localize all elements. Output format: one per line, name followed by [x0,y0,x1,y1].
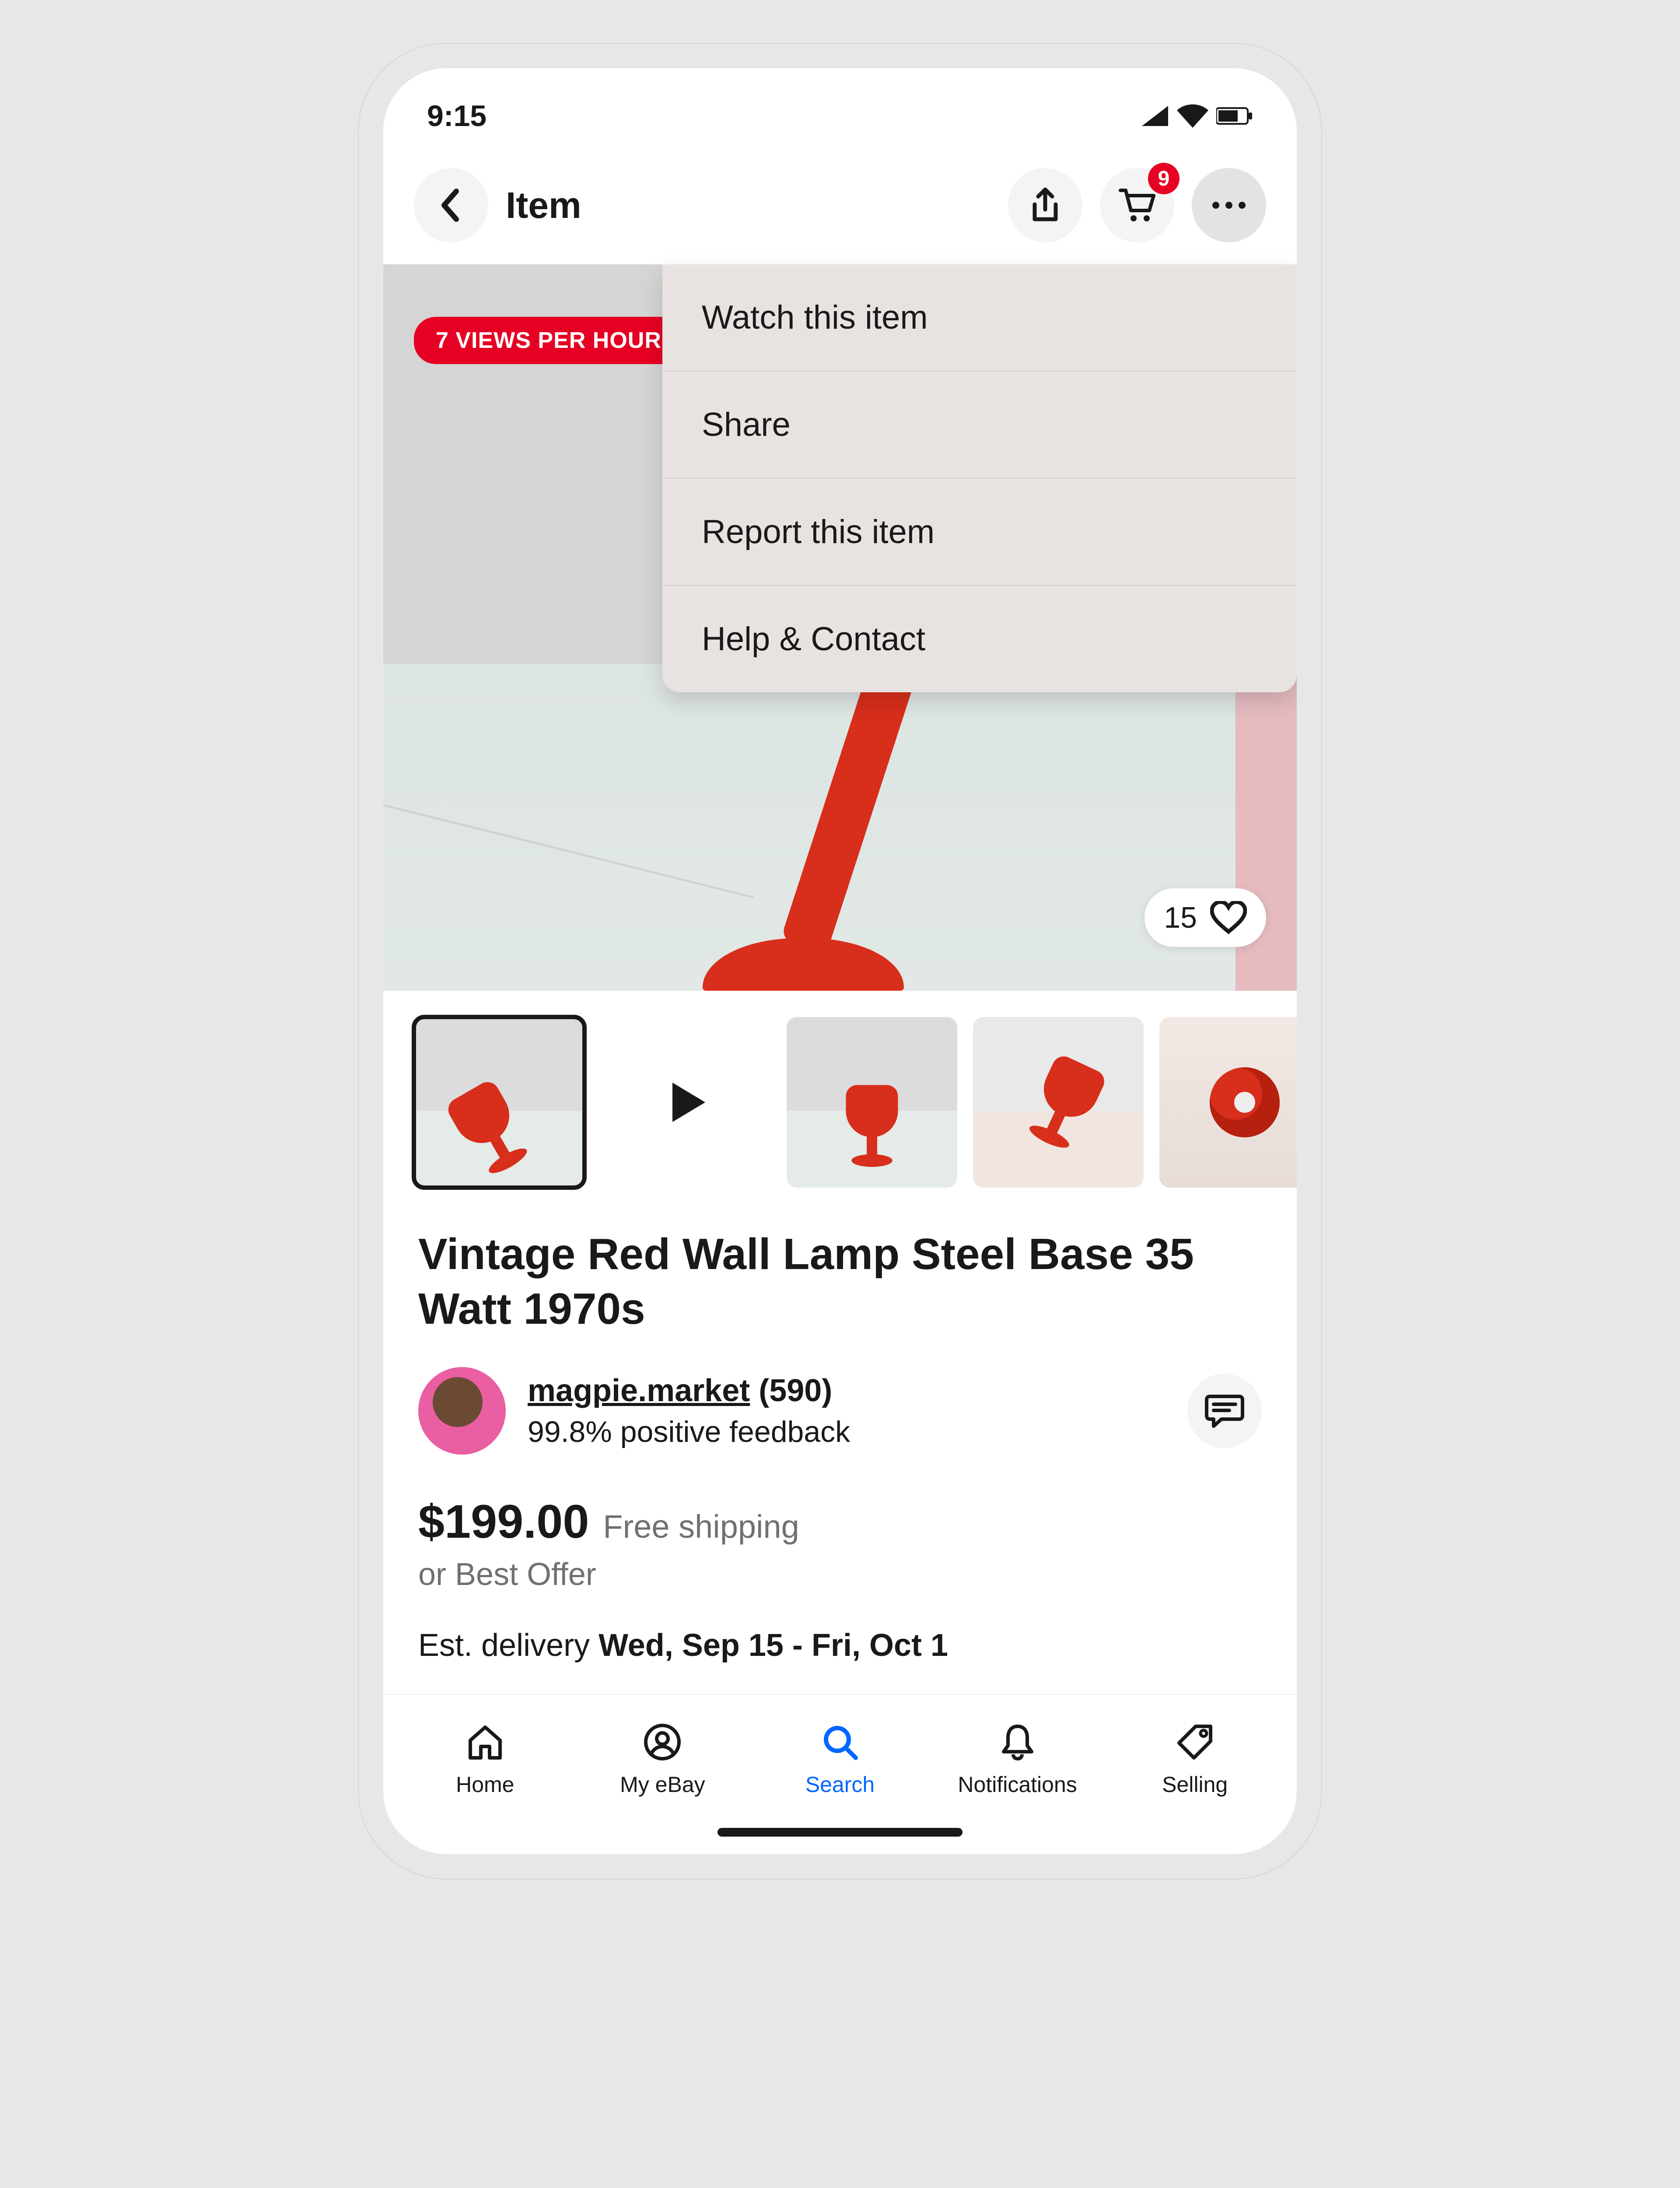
share-button[interactable] [1008,168,1082,242]
page-title: Item [506,184,990,227]
phone-frame: 9:15 Item 9 7 VIEWS PER HOUR 15 [359,44,1321,1879]
cart-icon [1118,187,1156,224]
nav-myebay-label: My eBay [620,1772,705,1797]
best-offer-text: or Best Offer [418,1557,1262,1592]
message-seller-button[interactable] [1187,1374,1262,1448]
nav-selling-label: Selling [1162,1772,1228,1797]
delivery-prefix: Est. delivery [418,1628,598,1663]
thumbnail-5[interactable] [1159,1017,1297,1188]
menu-share[interactable]: Share [662,372,1297,479]
listing-title: Vintage Red Wall Lamp Steel Base 35 Watt… [418,1227,1262,1336]
app-bar: Item 9 [383,155,1297,264]
seller-name-line: magpie.market (590) [528,1373,1166,1409]
nav-home[interactable]: Home [401,1721,569,1797]
title-block: Vintage Red Wall Lamp Steel Base 35 Watt… [383,1210,1297,1336]
bottom-nav: Home My eBay Search Notifications Sellin… [383,1694,1297,1810]
hero-decor-cord [383,801,754,898]
like-count: 15 [1164,901,1197,935]
home-icon [464,1721,506,1763]
status-time: 9:15 [427,99,486,133]
nav-selling[interactable]: Selling [1111,1721,1279,1797]
thumbnail-4[interactable] [973,1017,1144,1188]
price: $199.00 [418,1494,589,1549]
search-icon [819,1721,861,1763]
seller-row: magpie.market (590) 99.8% positive feedb… [383,1336,1297,1472]
cellular-icon [1141,105,1169,127]
nav-home-label: Home [456,1772,514,1797]
thumbnail-3[interactable] [787,1017,957,1188]
nav-notifications[interactable]: Notifications [933,1721,1102,1797]
menu-watch-item[interactable]: Watch this item [662,264,1297,372]
price-block: $199.00 Free shipping or Best Offer Est.… [383,1472,1297,1663]
chevron-left-icon [438,188,464,223]
nav-search[interactable]: Search [756,1721,924,1797]
play-icon [659,1076,712,1129]
home-indicator[interactable] [718,1828,962,1837]
thumbnail-video[interactable] [600,1017,771,1188]
menu-report[interactable]: Report this item [662,479,1297,586]
hero-section: 7 VIEWS PER HOUR 15 Watch this item Shar… [383,264,1297,991]
more-button[interactable] [1192,168,1266,242]
heart-icon [1210,901,1247,934]
like-button[interactable]: 15 [1144,888,1266,947]
bell-icon [997,1721,1039,1763]
wifi-icon [1177,104,1208,128]
delivery-estimate: Est. delivery Wed, Sep 15 - Fri, Oct 1 [418,1627,1262,1663]
seller-rating-count: (590) [759,1373,832,1408]
more-horizontal-icon [1211,201,1247,210]
seller-avatar[interactable] [418,1367,506,1455]
cart-badge: 9 [1148,163,1180,194]
nav-search-label: Search [805,1772,875,1797]
seller-username: magpie.market [528,1373,750,1408]
tag-icon [1174,1721,1216,1763]
cart-button[interactable]: 9 [1100,168,1174,242]
nav-myebay[interactable]: My eBay [578,1721,747,1797]
menu-help[interactable]: Help & Contact [662,586,1297,692]
status-icons [1141,104,1253,128]
back-button[interactable] [414,168,488,242]
share-icon [1029,187,1062,224]
nav-notifications-label: Notifications [958,1772,1077,1797]
user-circle-icon [641,1721,683,1763]
delivery-dates: Wed, Sep 15 - Fri, Oct 1 [598,1628,948,1663]
overflow-menu: Watch this item Share Report this item H… [662,264,1297,692]
shipping-text: Free shipping [603,1508,799,1545]
thumbnail-1[interactable] [414,1017,584,1188]
battery-icon [1216,106,1253,126]
message-icon [1205,1392,1244,1430]
seller-feedback: 99.8% positive feedback [528,1415,1166,1449]
thumbnail-strip [383,991,1297,1210]
seller-info[interactable]: magpie.market (590) 99.8% positive feedb… [528,1373,1166,1449]
status-bar: 9:15 [383,68,1297,155]
views-badge: 7 VIEWS PER HOUR [414,317,683,364]
